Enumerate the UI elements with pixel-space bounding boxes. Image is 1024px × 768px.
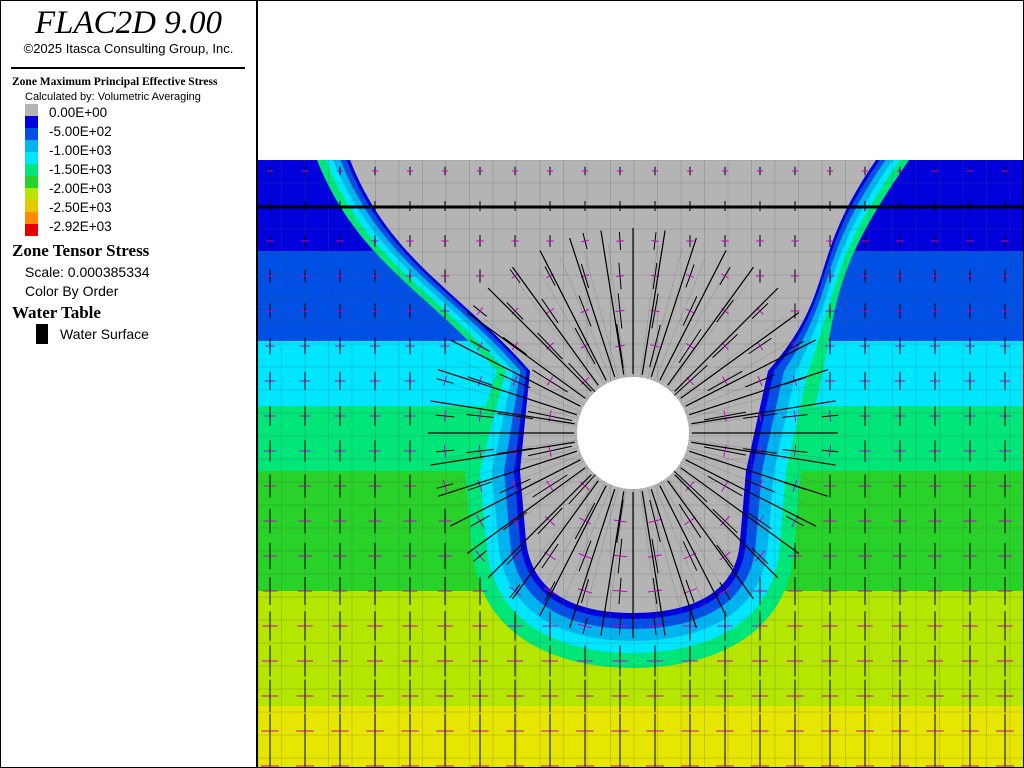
model-plot-view[interactable] — [258, 1, 1023, 767]
contour-level-label: -2.50E+03 — [49, 200, 112, 215]
contour-swatch — [25, 200, 38, 212]
copyright-text: ©2025 Itasca Consulting Group, Inc. — [23, 41, 234, 56]
tensor-legend-title: Zone Tensor Stress — [12, 241, 150, 260]
water-surface-label: Water Surface — [60, 326, 149, 342]
contour-swatch — [25, 128, 38, 140]
water-table-legend-title: Water Table — [12, 303, 101, 322]
water-surface-swatch — [36, 324, 48, 344]
app-title: FLAC2D 9.00 — [34, 5, 222, 41]
contour-level-label: -2.92E+03 — [49, 219, 112, 234]
contour-swatch — [25, 224, 38, 236]
contour-swatch — [25, 116, 38, 128]
legend-divider — [11, 67, 245, 69]
tensor-minor-axis — [616, 240, 624, 242]
tensor-minor-axis — [615, 275, 625, 277]
contour-level-label: -2.00E+03 — [49, 181, 112, 196]
contour-level-label: -5.00E+02 — [49, 124, 112, 139]
contour-legend-title: Zone Maximum Principal Effective Stress — [12, 76, 218, 88]
contour-level-label: 0.00E+00 — [49, 105, 108, 120]
contour-level-label: -1.00E+03 — [49, 143, 112, 158]
contour-swatch — [25, 104, 38, 116]
tensor-color-mode: Color By Order — [25, 283, 119, 299]
legend-panel: FLAC2D 9.00 ©2025 Itasca Consulting Grou… — [1, 1, 258, 767]
tensor-scale-text: Scale: 0.000385334 — [25, 264, 150, 280]
contour-swatch — [25, 164, 38, 176]
contour-swatch — [25, 176, 38, 188]
contour-legend-subtitle: Calculated by: Volumetric Averaging — [25, 91, 201, 103]
stress-contour-plot — [258, 160, 1023, 767]
contour-level-label: -1.50E+03 — [49, 162, 112, 177]
contour-swatch — [25, 140, 38, 152]
contour-swatch — [25, 188, 38, 200]
contour-swatch — [25, 152, 38, 164]
contour-swatch — [25, 212, 38, 224]
tunnel-opening — [577, 377, 689, 489]
